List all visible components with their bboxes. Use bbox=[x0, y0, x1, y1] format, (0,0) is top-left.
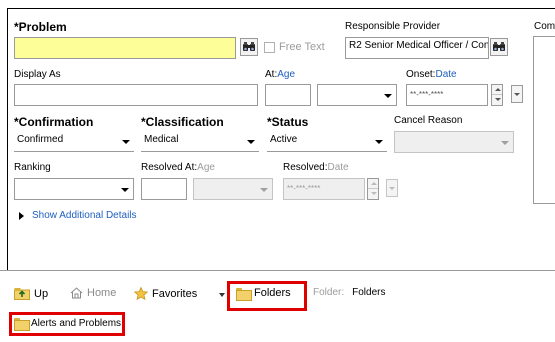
show-additional-details-link[interactable]: Show Additional Details bbox=[32, 210, 137, 221]
spin-up[interactable] bbox=[492, 85, 502, 95]
free-text-label: Free Text bbox=[279, 41, 325, 53]
pane-divider bbox=[0, 270, 555, 271]
onset-label: Onset:Date bbox=[406, 69, 457, 80]
ranking-label: Ranking bbox=[14, 162, 51, 173]
chevron-down-icon bbox=[389, 187, 395, 190]
responsible-provider-input[interactable]: R2 Senior Medical Officer / Con bbox=[345, 37, 489, 59]
resolved-at-age-link[interactable]: Age bbox=[197, 162, 215, 173]
spin-down[interactable] bbox=[368, 189, 378, 199]
provider-search-button[interactable] bbox=[490, 38, 508, 56]
comments-label: Comr bbox=[534, 21, 555, 32]
resolved-at-age-input[interactable] bbox=[141, 178, 187, 200]
down-arrow-icon bbox=[371, 192, 377, 195]
resolved-label: Resolved:Date bbox=[283, 162, 349, 173]
resolved-at-unit-dropdown[interactable] bbox=[193, 178, 273, 200]
onset-date-input[interactable]: **-***-**** bbox=[406, 84, 488, 106]
chevron-down-icon bbox=[375, 140, 383, 144]
expand-arrow-icon bbox=[19, 211, 24, 220]
confirmation-dropdown[interactable]: Confirmed bbox=[14, 131, 134, 151]
binoculars-icon bbox=[493, 42, 505, 51]
problem-input[interactable] bbox=[14, 37, 236, 59]
confirmation-value: Confirmed bbox=[17, 134, 64, 145]
folder-prefix-label: Folder: bbox=[313, 287, 345, 298]
onset-calendar-dropdown[interactable] bbox=[511, 85, 523, 103]
chevron-down-icon bbox=[121, 188, 129, 192]
problem-label: *Problem bbox=[14, 20, 67, 34]
spin-up[interactable] bbox=[368, 179, 378, 189]
comments-textarea[interactable] bbox=[533, 36, 555, 204]
home-button[interactable]: Home bbox=[70, 287, 116, 299]
chevron-down-icon bbox=[260, 188, 268, 192]
display-as-label: Display As bbox=[14, 69, 61, 80]
at-label: At:Age bbox=[265, 69, 296, 80]
chevron-down-icon bbox=[247, 140, 255, 144]
confirmation-label: *Confirmation bbox=[14, 115, 94, 129]
chevron-down-icon bbox=[122, 140, 130, 144]
chevron-down-icon bbox=[501, 141, 509, 145]
responsible-provider-label: Responsible Provider bbox=[345, 21, 441, 32]
home-icon bbox=[70, 287, 83, 299]
binoculars-icon bbox=[243, 42, 255, 51]
resolved-date-link[interactable]: Date bbox=[327, 162, 348, 173]
favorites-button[interactable]: Favorites bbox=[134, 287, 197, 300]
folder-path: Folder: Folders bbox=[313, 287, 385, 298]
problem-search-button[interactable] bbox=[240, 38, 258, 56]
home-label: Home bbox=[87, 287, 117, 299]
folder-up-icon bbox=[14, 288, 30, 300]
cancel-reason-label: Cancel Reason bbox=[394, 115, 463, 126]
show-additional-details[interactable]: Show Additional Details bbox=[19, 210, 137, 221]
onset-date-link[interactable]: Date bbox=[435, 69, 456, 80]
ranking-dropdown[interactable] bbox=[14, 178, 134, 200]
free-text-checkbox[interactable] bbox=[264, 42, 275, 53]
at-age-link[interactable]: Age bbox=[277, 69, 295, 80]
alerts-highlight-box bbox=[9, 312, 125, 336]
chevron-down-icon bbox=[384, 94, 392, 98]
display-as-input[interactable] bbox=[14, 84, 258, 106]
folder-value: Folders bbox=[352, 287, 386, 298]
resolved-at-label: Resolved At:Age bbox=[141, 162, 215, 173]
onset-date-spinner[interactable] bbox=[491, 84, 503, 106]
at-unit-dropdown[interactable] bbox=[317, 84, 397, 106]
at-age-input[interactable] bbox=[265, 84, 311, 106]
favorites-dropdown-arrow[interactable] bbox=[219, 293, 225, 297]
up-button[interactable]: Up bbox=[14, 287, 48, 300]
cancel-reason-dropdown[interactable] bbox=[394, 131, 514, 153]
classification-dropdown[interactable]: Medical bbox=[141, 131, 259, 151]
favorites-label: Favorites bbox=[152, 287, 198, 300]
status-value: Active bbox=[270, 134, 298, 145]
up-arrow-icon bbox=[495, 88, 501, 91]
up-arrow-icon bbox=[371, 182, 377, 185]
folders-highlight-box bbox=[227, 281, 307, 311]
status-label: *Status bbox=[267, 115, 309, 129]
resolved-calendar-dropdown[interactable] bbox=[386, 179, 398, 197]
classification-underline bbox=[141, 151, 259, 152]
confirmation-underline bbox=[14, 151, 134, 152]
classification-value: Medical bbox=[144, 134, 179, 145]
spin-down[interactable] bbox=[492, 95, 502, 105]
resolved-date-spinner[interactable] bbox=[367, 178, 379, 200]
resolved-date-input[interactable]: **-***-**** bbox=[283, 178, 365, 200]
down-arrow-icon bbox=[495, 98, 501, 101]
status-dropdown[interactable]: Active bbox=[267, 131, 387, 151]
star-icon bbox=[134, 287, 148, 300]
chevron-down-icon bbox=[514, 93, 520, 96]
up-label: Up bbox=[34, 287, 49, 300]
status-underline bbox=[267, 151, 387, 152]
classification-label: *Classification bbox=[141, 115, 224, 129]
